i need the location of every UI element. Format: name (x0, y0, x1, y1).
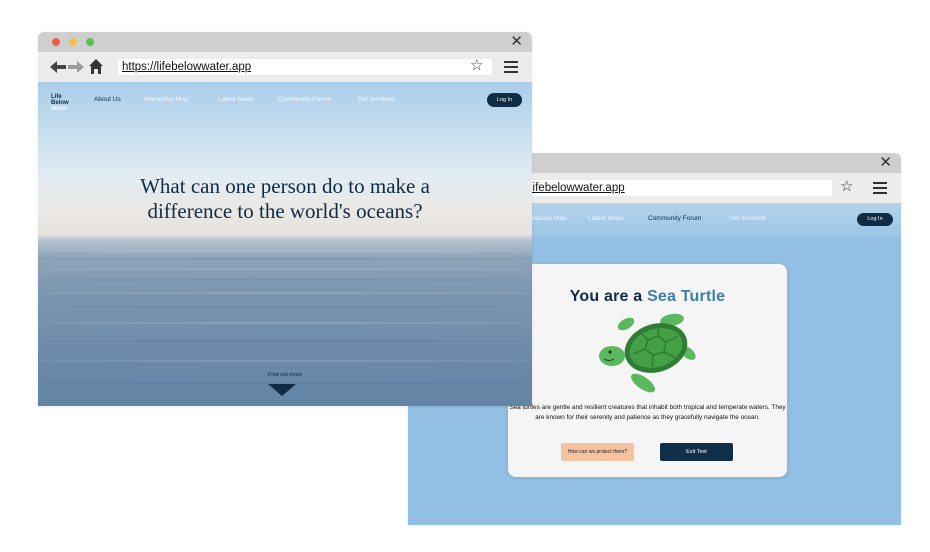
result-description: Sea turtles are gentle and resilient cre… (509, 404, 786, 421)
close-icon[interactable]: ✕ (879, 154, 892, 172)
how-to-protect-button[interactable]: How can we protect them? (561, 443, 634, 461)
browser-toolbar: https://lifebelowwater.app ☆ (38, 52, 532, 82)
nav-latest-news[interactable]: Latest News (218, 96, 254, 103)
logo-line-3: Water (51, 106, 68, 112)
find-out-more-link[interactable]: Find out more (38, 372, 532, 378)
hamburger-icon[interactable] (873, 182, 887, 197)
page-viewport: Life Below Water About Us Interactive Ma… (38, 82, 532, 406)
hamburger-icon[interactable] (504, 61, 518, 76)
address-bar[interactable]: lifebelowwater.app (526, 180, 832, 196)
nav-community-forum[interactable]: Community Forum (278, 96, 331, 103)
home-browser-window: ✕ https://lifebelowwater.app ☆ Life Belo… (38, 32, 532, 406)
result-card: You are a Sea Turtle Sea turtles are gen… (508, 264, 787, 477)
nav-community-forum[interactable]: Community Forum (648, 215, 701, 222)
hero-line-2: difference to the world's oceans? (147, 199, 423, 223)
address-bar[interactable]: https://lifebelowwater.app (118, 59, 492, 75)
window-minimize-dot[interactable] (69, 38, 77, 46)
site-logo[interactable]: Life Below Water (51, 94, 69, 112)
star-icon[interactable]: ☆ (840, 178, 853, 196)
hero-line-1: What can one person do to make a (140, 174, 430, 198)
result-title-prefix: You are a (569, 288, 643, 305)
login-button[interactable]: Log In (487, 93, 522, 107)
arrow-right-icon[interactable] (68, 61, 84, 73)
chevron-down-icon[interactable] (268, 384, 296, 396)
result-title: You are a Sea Turtle (508, 288, 787, 306)
nav-interactive-map[interactable]: Interactive Map (144, 96, 188, 103)
hero-heading: What can one person do to make a differe… (38, 174, 532, 224)
nav-about-us[interactable]: About Us (94, 96, 121, 103)
close-icon[interactable]: ✕ (510, 33, 523, 51)
exit-test-button[interactable]: Exit Test (660, 443, 733, 461)
sea-turtle-illustration (599, 313, 696, 393)
result-animal-name: Sea Turtle (647, 288, 726, 305)
login-button[interactable]: Log In (857, 213, 893, 226)
title-bar: ✕ (38, 32, 532, 52)
nav-get-involved[interactable]: Get Involved (358, 96, 395, 103)
nav-get-involved[interactable]: Get Involved (729, 215, 766, 222)
star-icon[interactable]: ☆ (470, 57, 483, 75)
window-maximize-dot[interactable] (86, 38, 94, 46)
nav-latest-news[interactable]: Latest News (588, 215, 624, 222)
home-icon[interactable] (89, 59, 103, 74)
window-close-dot[interactable] (52, 38, 60, 46)
arrow-left-icon[interactable] (50, 61, 66, 73)
